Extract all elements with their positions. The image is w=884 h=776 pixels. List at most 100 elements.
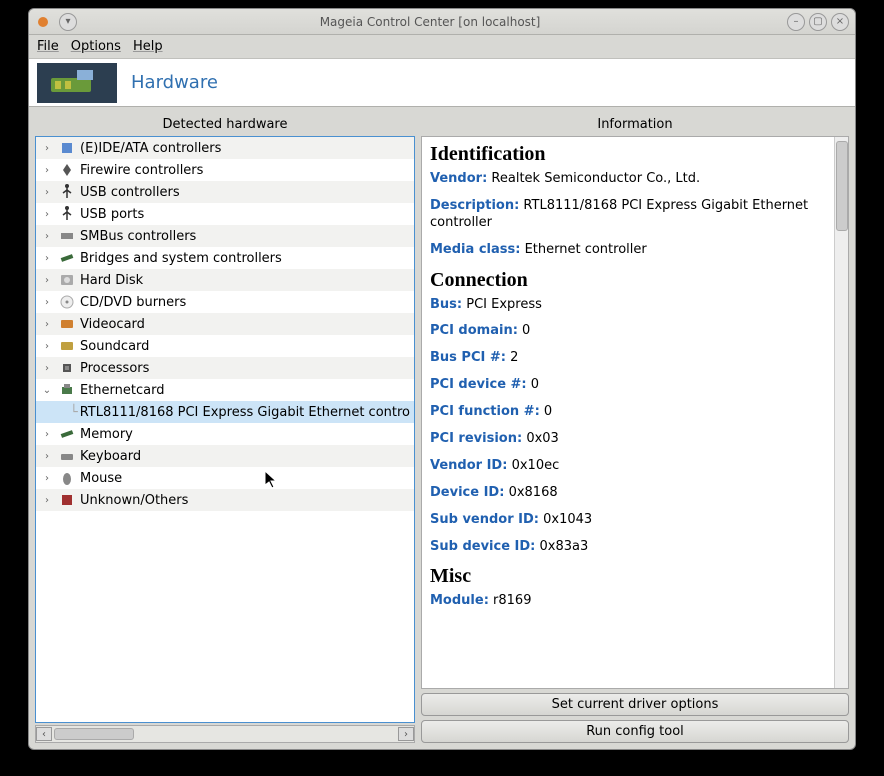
tree-item-label: Soundcard xyxy=(80,339,149,354)
tree-row[interactable]: › Processors xyxy=(36,357,414,379)
tree-item-label: Memory xyxy=(80,427,133,442)
titlebar[interactable]: ▾ Mageia Control Center [on localhost] –… xyxy=(29,9,855,35)
chip-icon xyxy=(58,139,76,157)
identification-heading: Identification xyxy=(430,143,840,166)
tree-row[interactable]: › Hard Disk xyxy=(36,269,414,291)
scroll-track[interactable] xyxy=(52,727,398,741)
chevron-right-icon[interactable]: › xyxy=(40,209,54,220)
minimize-button[interactable]: – xyxy=(787,13,805,31)
maximize-button[interactable]: ▢ xyxy=(809,13,827,31)
tree-row[interactable]: › Videocard xyxy=(36,313,414,335)
sub-vendor-id-field: Sub vendor ID: 0x1043 xyxy=(430,512,840,529)
mouse-icon xyxy=(58,469,76,487)
misc-heading: Misc xyxy=(430,565,840,588)
vendor-id-field: Vendor ID: 0x10ec xyxy=(430,458,840,475)
chevron-right-icon[interactable]: › xyxy=(40,363,54,374)
chevron-right-icon[interactable]: › xyxy=(40,187,54,198)
tree-row[interactable]: ›SMBus controllers xyxy=(36,225,414,247)
window-menu-button[interactable]: ▾ xyxy=(59,13,77,31)
bus-field: Bus: PCI Express xyxy=(430,297,840,314)
cpu-icon xyxy=(58,359,76,377)
vertical-scroll-thumb[interactable] xyxy=(836,141,848,231)
tree-row[interactable]: › Mouse xyxy=(36,467,414,489)
tree-row[interactable]: ›CD/DVD burners xyxy=(36,291,414,313)
chevron-right-icon[interactable]: › xyxy=(40,451,54,462)
chevron-right-icon[interactable]: › xyxy=(40,143,54,154)
vertical-scrollbar[interactable] xyxy=(834,137,848,688)
vendor-field: Vendor: Realtek Semiconductor Co., Ltd. xyxy=(430,171,840,188)
chevron-right-icon[interactable]: › xyxy=(40,495,54,506)
hardware-tree[interactable]: › (E)IDE/ATA controllers ›Firewire control… xyxy=(36,137,414,722)
window-title: Mageia Control Center [on localhost] xyxy=(77,15,783,29)
tree-item-label: Mouse xyxy=(80,471,122,486)
horizontal-scrollbar[interactable]: ‹ › xyxy=(35,725,415,743)
tree-item-label: Hard Disk xyxy=(80,273,143,288)
tree-row[interactable]: › Keyboard xyxy=(36,445,414,467)
menubar: File Options Help xyxy=(29,35,855,59)
tree-item-label: Processors xyxy=(80,361,149,376)
harddisk-icon xyxy=(58,271,76,289)
pci-device-field: PCI device #: 0 xyxy=(430,377,840,394)
tree-row[interactable]: ›Firewire controllers xyxy=(36,159,414,181)
tree-row[interactable]: › (E)IDE/ATA controllers xyxy=(36,137,414,159)
menu-options[interactable]: Options xyxy=(71,39,121,54)
content-area: Detected hardware › (E)IDE/ATA controller… xyxy=(29,107,855,749)
pci-revision-field: PCI revision: 0x03 xyxy=(430,431,840,448)
tree-row[interactable]: ⌄ Ethernetcard xyxy=(36,379,414,401)
chevron-right-icon[interactable]: › xyxy=(40,341,54,352)
tree-item-label: USB ports xyxy=(80,207,144,222)
menu-file[interactable]: File xyxy=(37,39,59,54)
tree-row[interactable]: › Soundcard xyxy=(36,335,414,357)
set-driver-options-button[interactable]: Set current driver options xyxy=(421,693,849,716)
chevron-right-icon[interactable]: › xyxy=(40,297,54,308)
disc-icon xyxy=(58,293,76,311)
usb-icon xyxy=(58,183,76,201)
scroll-right-icon[interactable]: › xyxy=(398,727,414,741)
tree-item-label: Unknown/Others xyxy=(80,493,188,508)
chevron-down-icon[interactable]: ⌄ xyxy=(40,385,54,396)
tree-row[interactable]: › Memory xyxy=(36,423,414,445)
page-title: Hardware xyxy=(131,72,218,93)
tree-item-label: Ethernetcard xyxy=(80,383,164,398)
chevron-right-icon[interactable]: › xyxy=(40,473,54,484)
media-class-field: Media class: Ethernet controller xyxy=(430,242,840,259)
tree-item-label: (E)IDE/ATA controllers xyxy=(80,141,221,156)
scroll-thumb[interactable] xyxy=(54,728,134,740)
tree-row[interactable]: › USB controllers xyxy=(36,181,414,203)
tree-item-label: Bridges and system controllers xyxy=(80,251,282,266)
main-window: ▾ Mageia Control Center [on localhost] –… xyxy=(28,8,856,750)
bus-pci-field: Bus PCI #: 2 xyxy=(430,350,840,367)
right-panel-header: Information xyxy=(421,113,849,136)
chevron-right-icon[interactable]: › xyxy=(40,165,54,176)
ethernet-icon xyxy=(58,381,76,399)
banner: Hardware xyxy=(29,59,855,107)
tree-row[interactable]: › USB ports xyxy=(36,203,414,225)
chevron-right-icon[interactable]: › xyxy=(40,319,54,330)
left-panel-header: Detected hardware xyxy=(35,113,415,136)
description-field: Description: RTL8111/8168 PCI Express Gi… xyxy=(430,198,840,232)
unknown-icon xyxy=(58,491,76,509)
run-config-tool-button[interactable]: Run config tool xyxy=(421,720,849,743)
hardware-logo xyxy=(37,63,117,103)
chevron-right-icon[interactable]: › xyxy=(40,231,54,242)
tree-row[interactable]: › Unknown/Others xyxy=(36,489,414,511)
menu-help[interactable]: Help xyxy=(133,39,163,54)
tree-item-label: Videocard xyxy=(80,317,145,332)
chevron-right-icon[interactable]: › xyxy=(40,275,54,286)
scroll-left-icon[interactable]: ‹ xyxy=(36,727,52,741)
tree-connector-icon: └ xyxy=(70,405,80,420)
tree-row[interactable]: › Bridges and system controllers xyxy=(36,247,414,269)
keyboard-icon xyxy=(58,447,76,465)
close-button[interactable]: × xyxy=(831,13,849,31)
tree-item-label: USB controllers xyxy=(80,185,180,200)
tree-item-label: RTL8111/8168 PCI Express Gigabit Etherne… xyxy=(80,405,410,420)
right-panel: Information Identification Vendor: Realt… xyxy=(421,113,849,743)
chevron-right-icon[interactable]: › xyxy=(40,429,54,440)
tree-item-label: Keyboard xyxy=(80,449,141,464)
tree-row[interactable]: └RTL8111/8168 PCI Express Gigabit Ethern… xyxy=(36,401,414,423)
info-panel: Identification Vendor: Realtek Semicondu… xyxy=(421,136,849,689)
memory-icon xyxy=(58,425,76,443)
video-icon xyxy=(58,315,76,333)
chevron-right-icon[interactable]: › xyxy=(40,253,54,264)
bridge-icon xyxy=(58,249,76,267)
